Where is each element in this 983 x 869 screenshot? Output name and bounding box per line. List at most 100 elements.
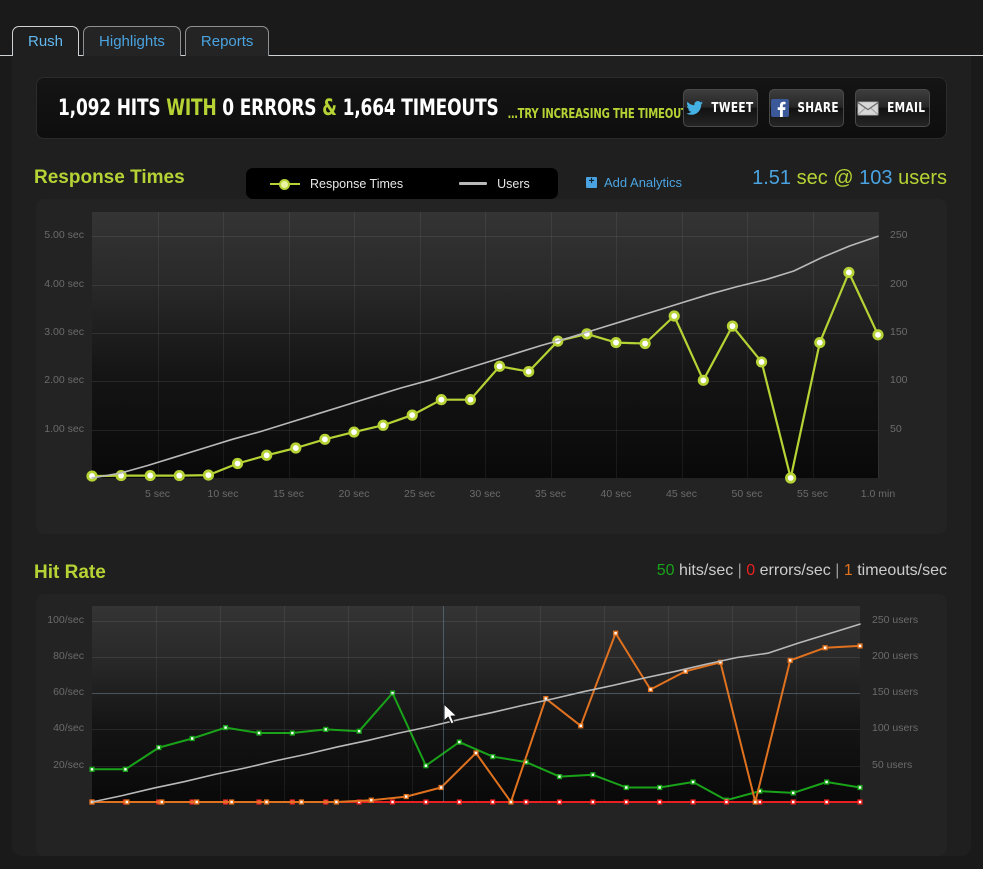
response-times-x-tick-label: 15 sec [273,488,304,500]
response-times-plot-area [86,212,884,484]
tab-reports[interactable]: Reports [184,26,270,56]
hit-rate-data-point-core [391,800,394,804]
gridline-vertical [796,606,797,802]
hit-rate-data-point-core [658,786,661,789]
hit-rate-data-point-core [424,800,428,804]
response-times-x-tick-label: 1.0 min [860,488,896,500]
response-times-data-point-core [321,436,328,443]
stat-at-symbol: @ [833,167,854,189]
hit-rate-data-point-core [649,688,652,691]
hit-rate-data-point-core [788,659,792,662]
hit-rate-y2-tick-label: 150 users [872,686,919,699]
gridline-vertical [220,606,221,802]
hit-rate-data-point-core [614,632,617,635]
response-times-data-point-core [525,368,532,375]
hit-rate-data-point-core [725,800,728,804]
tab-highlights[interactable]: Highlights [83,26,181,56]
gridline-vertical [412,606,413,802]
gridline-vertical [348,606,349,802]
hit-rate-data-point-core [257,731,261,735]
hit-rate-data-point-core [509,800,513,804]
hit-rate-errors-value: 0 [746,562,756,579]
response-times-data-point-core [729,323,736,330]
hit-rate-y-tick-label: 20/sec [53,758,84,771]
summary-banner: 1,092 HITS WITH 0 ERRORS & 1,664 TIMEOUT… [36,77,947,139]
email-button[interactable]: EMAIL [855,89,930,127]
response-times-data-point-core [700,377,707,384]
hit-rate-data-point-core [125,800,129,804]
hit-rate-data-point-core [230,800,233,804]
gridline-vertical [284,606,285,802]
hit-rate-data-point-core [579,724,582,727]
hit-rate-data-point-core [658,800,661,804]
tweet-button[interactable]: TWEET [683,89,758,127]
banner-timeouts-word: TIMEOUTS [401,95,499,121]
response-times-x-tick-label: 40 sec [600,488,632,500]
hover-crosshair-horizontal [92,693,860,694]
hit-rate-data-point-core [157,746,160,749]
gridline-vertical [732,606,733,802]
hit-rate-data-point-core [858,644,862,648]
response-times-y-tick-label: 3.00 sec [44,325,84,338]
hit-rate-data-point-core [792,791,795,795]
hit-rate-data-point-core [524,800,528,804]
social-buttons: TWEET SHARE EMAIL [683,89,930,127]
hit-rate-hits-value: 50 [656,562,675,579]
hit-rate-data-point-core [124,768,127,771]
stat-response-value: 1.51 [752,167,792,189]
hit-rate-data-point-core [370,798,373,802]
stat-users-value: 103 [859,167,893,189]
response-times-data-point-core [351,429,357,435]
hit-rate-data-point-core [625,786,628,789]
response-times-data-point-core [409,412,416,419]
response-times-data-point-core [613,339,619,346]
legend-label-users: Users [497,176,530,191]
gridline-vertical [156,606,157,802]
hit-rate-data-point-core [754,800,757,804]
response-times-data-point-core [292,445,299,451]
hit-rate-data-point-core [491,800,494,804]
response-times-y-tick-label: 5.00 sec [44,229,84,242]
response-times-data-point-core [467,396,474,403]
email-button-label: EMAIL [887,100,926,116]
response-times-x-tick-label: 25 sec [404,488,435,500]
hit-rate-chart-card: 20/sec 50 users 40/sec 100 users 60/sec 150 u… [36,594,947,856]
response-times-data-point-core [263,452,270,459]
hit-rate-y-tick-label: 60/sec [53,686,84,699]
hit-rate-data-point-core [335,800,338,804]
hit-rate-data-point-core [684,670,687,673]
tab-rush-label: Rush [28,33,64,50]
hit-rate-y2-tick-label: 200 users [872,649,919,662]
banner-errors-word: ERRORS [239,95,317,121]
hit-rate-y2-tick-label: 100 users [872,722,919,735]
response-times-y-tick-label: 1.00 sec [44,422,84,435]
response-times-data-point-core [234,460,241,467]
hit-rate-timeouts-label: timeouts/sec [857,562,947,579]
response-times-y2-tick-label: 150 [890,325,908,338]
hit-rate-data-point-core [491,755,494,758]
hit-rate-data-point-core [691,800,695,804]
response-times-x-tick-label: 30 sec [469,488,501,500]
hit-rate-errors-label: errors/sec [759,562,831,579]
gridline-vertical [604,606,605,802]
hit-rate-sep-2: | [835,562,840,579]
hit-rate-data-point-core [758,800,762,804]
tab-rush[interactable]: Rush [12,26,80,57]
response-times-line-response-times [90,271,880,480]
hit-rate-data-point-core [265,800,268,804]
hit-rate-data-point-core [224,726,227,729]
hit-rate-y-tick-label: 100/sec [47,613,84,626]
tabbar: Rush Highlights Reports [12,22,270,57]
banner-hits-count: 1,092 [58,95,111,121]
hit-rate-data-point-core [190,737,194,740]
legend-item-users: Users [459,177,530,191]
share-button-label: SHARE [797,100,840,116]
hit-rate-data-point-core [823,646,827,649]
hit-rate-data-point-core [558,775,561,778]
hit-rate-data-point-core [544,697,548,700]
app-root: Rush Highlights Reports 1,092 HITS WITH … [0,0,983,869]
share-button[interactable]: SHARE [769,89,844,127]
hit-rate-data-point-core [195,800,198,804]
add-analytics-link[interactable]: + Add Analytics [586,175,682,190]
stat-response-unit: sec [796,167,828,189]
